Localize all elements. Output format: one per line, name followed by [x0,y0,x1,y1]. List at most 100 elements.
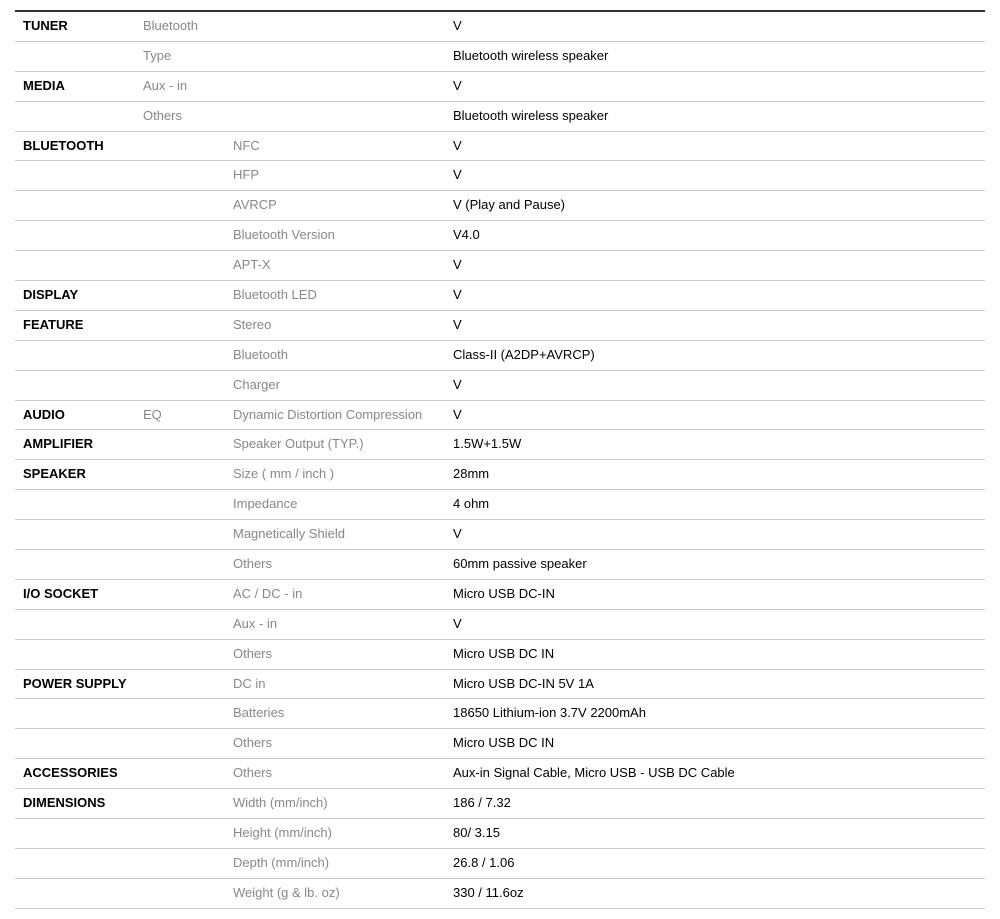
spec-cell: Charger [225,370,445,400]
subcategory-cell [135,609,225,639]
category-cell: SPEAKER [15,460,135,490]
category-cell [15,191,135,221]
category-cell [15,699,135,729]
category-cell: TUNER [15,11,135,41]
subcategory-cell [135,340,225,370]
spec-cell: Speaker Output (TYP.) [225,430,445,460]
value-cell: Micro USB DC IN [445,729,985,759]
subcategory-cell [135,221,225,251]
subcategory-cell [135,310,225,340]
subcategory-cell [135,729,225,759]
table-row: I/O SOCKETAC / DC - inMicro USB DC-IN [15,579,985,609]
subcategory-cell [135,281,225,311]
subcategory-cell [135,878,225,908]
table-row: FEATUREStereoV [15,310,985,340]
subcategory-cell [135,819,225,849]
spec-cell: Size ( mm / inch ) [225,460,445,490]
table-row: Impedance4 ohm [15,490,985,520]
value-cell: 330 / 11.6oz [445,878,985,908]
value-cell: Micro USB DC IN [445,639,985,669]
subcategory-cell [135,430,225,460]
spec-cell: Others [225,550,445,580]
category-cell [15,848,135,878]
spec-cell: Batteries [225,699,445,729]
table-row: Batteries18650 Lithium-ion 3.7V 2200mAh [15,699,985,729]
table-row: Depth (mm/inch)26.8 / 1.06 [15,848,985,878]
subcategory-cell [135,131,225,161]
category-cell [15,490,135,520]
spec-cell: APT-X [225,251,445,281]
category-cell: AMPLIFIER [15,430,135,460]
value-cell: Class-II (A2DP+AVRCP) [445,340,985,370]
spec-cell [225,71,445,101]
table-row: AUDIOEQDynamic Distortion CompressionV [15,400,985,430]
subcategory-cell [135,848,225,878]
table-row: BluetoothClass-II (A2DP+AVRCP) [15,340,985,370]
table-row: DISPLAYBluetooth LEDV [15,281,985,311]
category-cell: DISPLAY [15,281,135,311]
subcategory-cell [135,460,225,490]
table-row: Weight (g & lb. oz)330 / 11.6oz [15,878,985,908]
subcategory-cell [135,639,225,669]
table-row: AVRCPV (Play and Pause) [15,191,985,221]
table-row: Bluetooth VersionV4.0 [15,221,985,251]
subcategory-cell [135,759,225,789]
table-row: AMPLIFIERSpeaker Output (TYP.)1.5W+1.5W [15,430,985,460]
value-cell: V [445,609,985,639]
value-cell: V [445,71,985,101]
spec-cell [225,101,445,131]
category-cell [15,729,135,759]
category-cell [15,609,135,639]
spec-cell: Impedance [225,490,445,520]
table-row: Aux - inV [15,609,985,639]
spec-cell: Bluetooth [225,340,445,370]
category-cell [15,370,135,400]
category-cell: I/O SOCKET [15,579,135,609]
category-cell [15,819,135,849]
category-cell [15,221,135,251]
subcategory-cell [135,789,225,819]
value-cell: 60mm passive speaker [445,550,985,580]
category-cell [15,101,135,131]
category-cell: DIMENSIONS [15,789,135,819]
subcategory-cell: Others [135,101,225,131]
table-row: HFPV [15,161,985,191]
category-cell [15,520,135,550]
table-row: MEDIAAux - inV [15,71,985,101]
category-cell: POWER SUPPLY [15,669,135,699]
value-cell: V [445,131,985,161]
value-cell: V [445,400,985,430]
spec-cell: Dynamic Distortion Compression [225,400,445,430]
value-cell: V (Play and Pause) [445,191,985,221]
subcategory-cell [135,370,225,400]
table-row: TypeBluetooth wireless speaker [15,41,985,71]
value-cell: V [445,281,985,311]
table-row: Magnetically ShieldV [15,520,985,550]
value-cell: 28mm [445,460,985,490]
table-row: APT-XV [15,251,985,281]
value-cell: 4 ohm [445,490,985,520]
table-row: BLUETOOTHNFCV [15,131,985,161]
spec-cell: Weight (g & lb. oz) [225,878,445,908]
table-row: OthersBluetooth wireless speaker [15,101,985,131]
subcategory-cell: Bluetooth [135,11,225,41]
category-cell [15,550,135,580]
spec-cell: HFP [225,161,445,191]
category-cell [15,878,135,908]
subcategory-cell: Type [135,41,225,71]
value-cell: V4.0 [445,221,985,251]
category-cell [15,340,135,370]
category-cell [15,251,135,281]
spec-cell: Height (mm/inch) [225,819,445,849]
spec-cell: Magnetically Shield [225,520,445,550]
spec-cell: Others [225,639,445,669]
subcategory-cell [135,251,225,281]
value-cell: Micro USB DC-IN [445,579,985,609]
category-cell [15,639,135,669]
table-row: SPEAKER Size ( mm / inch )28mm [15,460,985,490]
spec-cell: NFC [225,131,445,161]
spec-cell: Bluetooth Version [225,221,445,251]
spec-cell: DC in [225,669,445,699]
table-row: POWER SUPPLYDC inMicro USB DC-IN 5V 1A [15,669,985,699]
value-cell: V [445,11,985,41]
